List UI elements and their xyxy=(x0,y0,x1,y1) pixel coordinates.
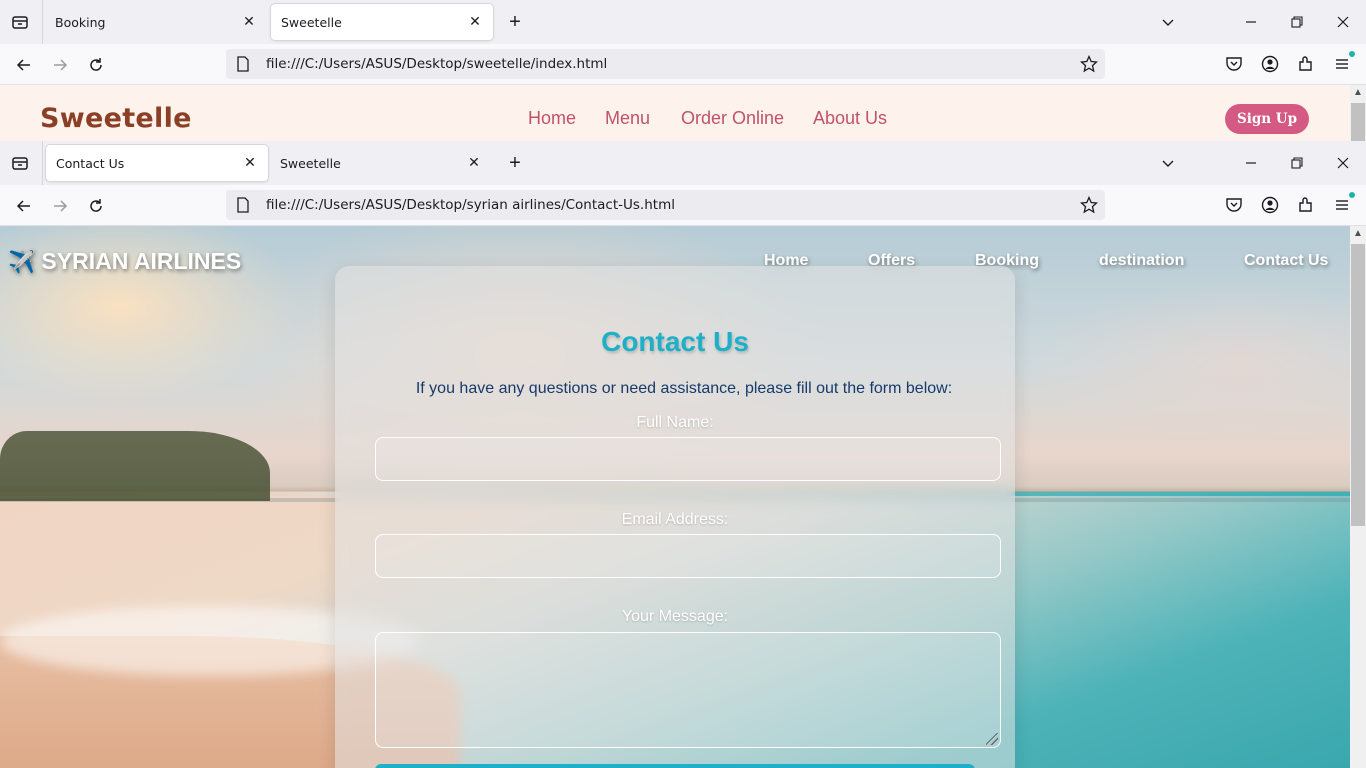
pocket-icon[interactable] xyxy=(1223,194,1245,216)
close-icon[interactable]: ✕ xyxy=(242,155,258,171)
update-badge xyxy=(1349,192,1355,198)
back-arrow-icon[interactable] xyxy=(11,52,37,78)
tab-separator xyxy=(42,0,43,44)
tab-title: Contact Us xyxy=(56,155,125,171)
tab-sweetelle[interactable]: Sweetelle ✕ xyxy=(271,4,493,40)
close-icon[interactable]: ✕ xyxy=(241,14,257,30)
tab-separator xyxy=(42,141,43,185)
tab-title: Booking xyxy=(55,14,106,30)
airlines-nav-destination[interactable]: destination xyxy=(1099,252,1184,270)
tab-title: Sweetelle xyxy=(281,14,342,30)
contact-intro: If you have any questions or need assist… xyxy=(415,380,953,397)
scrollbar-thumb[interactable] xyxy=(1351,244,1365,526)
url-bar[interactable]: file:///C:/Users/ASUS/Desktop/sweetelle/… xyxy=(226,49,1105,79)
full-name-input[interactable] xyxy=(375,437,1001,481)
account-icon[interactable] xyxy=(1259,194,1281,216)
restore-icon[interactable] xyxy=(1285,10,1309,34)
url-text: file:///C:/Users/ASUS/Desktop/syrian air… xyxy=(266,197,675,213)
airlines-brand-text: SYRIAN AIRLINES xyxy=(41,248,242,274)
chevron-down-icon[interactable] xyxy=(1156,151,1180,175)
navigation-bar-second: file:///C:/Users/ASUS/Desktop/syrian air… xyxy=(0,185,1366,226)
tab-contact-us[interactable]: Contact Us ✕ xyxy=(46,145,268,181)
scroll-up-icon[interactable]: ▲ xyxy=(1353,87,1363,98)
tab-bar-second: Contact Us ✕ Sweetelle ✕ + xyxy=(0,141,1366,185)
extensions-icon[interactable] xyxy=(1295,194,1317,216)
scrollbar-second[interactable]: ▲ xyxy=(1350,226,1366,768)
back-arrow-icon[interactable] xyxy=(11,193,37,219)
minimize-icon[interactable] xyxy=(1239,10,1263,34)
message-textarea[interactable] xyxy=(375,632,1001,748)
airplane-icon: ✈️ xyxy=(8,248,36,274)
url-bar[interactable]: file:///C:/Users/ASUS/Desktop/syrian air… xyxy=(226,190,1105,220)
reload-icon[interactable] xyxy=(83,193,109,219)
tab-booking[interactable]: Booking ✕ xyxy=(45,4,267,40)
navigation-bar-top: file:///C:/Users/ASUS/Desktop/sweetelle/… xyxy=(0,44,1366,85)
url-text: file:///C:/Users/ASUS/Desktop/sweetelle/… xyxy=(266,56,608,72)
sweetelle-nav-order-online[interactable]: Order Online xyxy=(681,108,784,129)
sweetelle-logo[interactable]: Sweetelle xyxy=(40,103,192,134)
submit-button[interactable] xyxy=(375,764,975,768)
airlines-brand[interactable]: ✈️ SYRIAN AIRLINES xyxy=(8,248,241,275)
email-input[interactable] xyxy=(375,534,1001,578)
scroll-up-icon[interactable]: ▲ xyxy=(1353,228,1363,239)
sweetelle-nav-home[interactable]: Home xyxy=(528,108,576,129)
reload-icon[interactable] xyxy=(83,52,109,78)
tab-sweetelle[interactable]: Sweetelle ✕ xyxy=(270,145,492,181)
tab-list-icon[interactable] xyxy=(8,10,32,34)
close-icon[interactable]: ✕ xyxy=(467,14,483,30)
update-badge xyxy=(1349,51,1355,57)
minimize-icon[interactable] xyxy=(1239,151,1263,175)
resize-grip-icon[interactable] xyxy=(986,733,998,745)
scrollbar-top[interactable]: ▲ xyxy=(1350,85,1366,141)
forward-arrow-icon[interactable] xyxy=(47,52,73,78)
airlines-nav-contact-us[interactable]: Contact Us xyxy=(1244,252,1328,270)
forward-arrow-icon[interactable] xyxy=(47,193,73,219)
close-window-icon[interactable] xyxy=(1331,151,1355,175)
star-icon[interactable] xyxy=(1079,195,1099,215)
sweetelle-nav-about-us[interactable]: About Us xyxy=(813,108,887,129)
sweetelle-nav-menu[interactable]: Menu xyxy=(605,108,650,129)
menu-icon[interactable] xyxy=(1331,51,1355,75)
menu-icon[interactable] xyxy=(1331,192,1355,216)
star-icon[interactable] xyxy=(1079,54,1099,74)
restore-icon[interactable] xyxy=(1285,151,1309,175)
extensions-icon[interactable] xyxy=(1295,53,1317,75)
tab-title: Sweetelle xyxy=(280,155,341,171)
pocket-icon[interactable] xyxy=(1223,53,1245,75)
sign-up-button[interactable]: Sign Up xyxy=(1225,104,1309,134)
sweetelle-header: Sweetelle Home Menu Order Online About U… xyxy=(0,85,1350,141)
email-label: Email Address: xyxy=(621,511,729,528)
airlines-page: ✈️ SYRIAN AIRLINES Home Offers Booking d… xyxy=(0,226,1350,768)
account-icon[interactable] xyxy=(1259,53,1281,75)
full-name-label: Full Name: xyxy=(636,414,714,431)
page-icon xyxy=(234,196,252,214)
page-icon xyxy=(234,55,252,73)
close-icon[interactable]: ✕ xyxy=(466,155,482,171)
new-tab-icon[interactable]: + xyxy=(503,10,527,34)
tab-list-icon[interactable] xyxy=(8,151,32,175)
chevron-down-icon[interactable] xyxy=(1156,10,1180,34)
palm-trees xyxy=(0,431,270,501)
message-label: Your Message: xyxy=(621,608,729,625)
scrollbar-thumb[interactable] xyxy=(1351,103,1365,141)
contact-form-card: Contact Us If you have any questions or … xyxy=(335,266,1015,768)
contact-title: Contact Us xyxy=(601,326,749,357)
tab-bar-top: Booking ✕ Sweetelle ✕ + xyxy=(0,0,1366,44)
close-window-icon[interactable] xyxy=(1331,10,1355,34)
new-tab-icon[interactable]: + xyxy=(503,151,527,175)
